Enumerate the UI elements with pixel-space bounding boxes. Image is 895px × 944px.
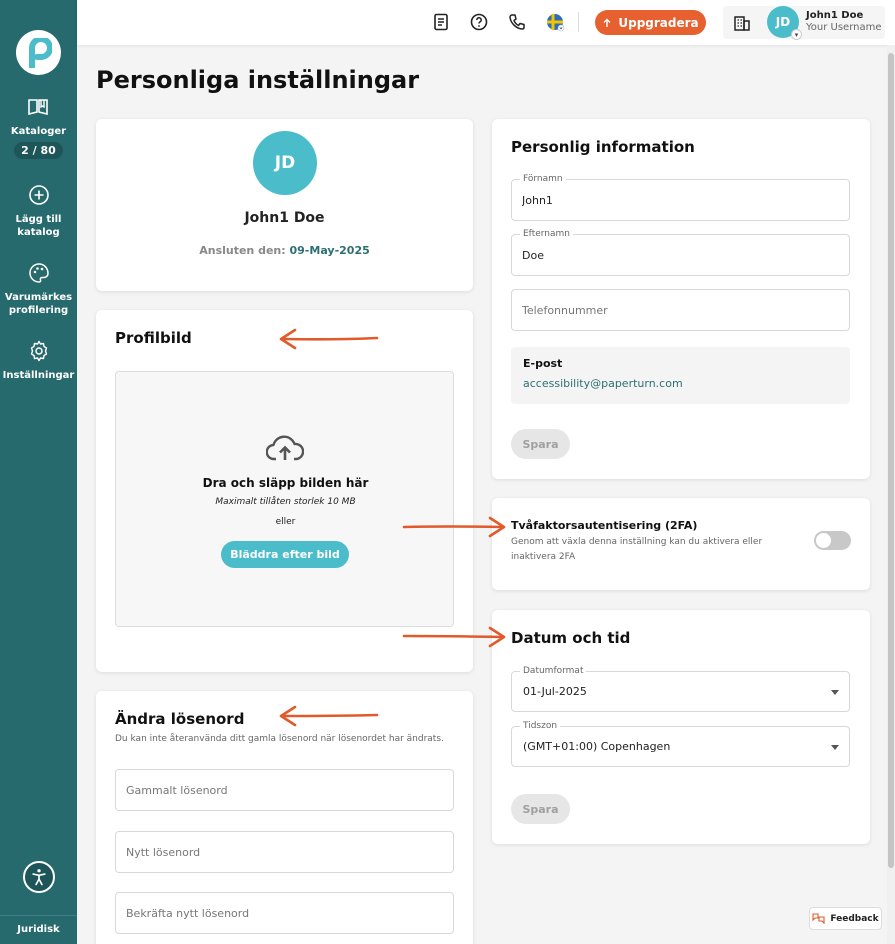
confirm-password-input[interactable] bbox=[126, 893, 443, 933]
annotation-arrow-right-icon bbox=[402, 626, 506, 648]
annotation-arrow-left-icon bbox=[279, 705, 379, 727]
new-password-field[interactable] bbox=[115, 831, 454, 873]
accessibility-button[interactable] bbox=[22, 861, 55, 893]
browse-image-button[interactable]: Bläddra efter bild bbox=[221, 541, 349, 568]
feedback-icon bbox=[812, 913, 825, 924]
help-icon[interactable] bbox=[469, 12, 489, 32]
caret-down-icon bbox=[831, 690, 839, 695]
page-title: Personliga inställningar bbox=[96, 66, 420, 94]
old-password-input[interactable] bbox=[126, 770, 443, 810]
page-scrollbar[interactable] bbox=[887, 45, 895, 944]
old-password-field[interactable] bbox=[115, 769, 454, 811]
logo-icon bbox=[28, 37, 52, 68]
last-name-field[interactable]: Efternamn bbox=[511, 229, 850, 276]
date-format-value: 01-Jul-2025 bbox=[523, 685, 587, 698]
first-name-field[interactable]: Förnamn bbox=[511, 174, 850, 221]
upgrade-button[interactable]: Uppgradera bbox=[595, 10, 706, 35]
gear-icon bbox=[30, 340, 47, 362]
caret-down-icon bbox=[831, 745, 839, 750]
legal-link[interactable]: Juridisk bbox=[0, 915, 77, 944]
timezone-label: Tidszon bbox=[520, 721, 561, 731]
sidebar-item-settings[interactable]: Inställningar bbox=[2, 339, 75, 382]
two-factor-title: Tvåfaktorsautentisering (2FA) bbox=[511, 519, 698, 532]
email-display: E-post accessibility@paperturn.com bbox=[511, 347, 850, 404]
arrow-up-icon bbox=[603, 18, 611, 27]
user-menu[interactable]: JD ▾ John1 Doe Your Username bbox=[723, 6, 885, 40]
paperturn-logo[interactable] bbox=[16, 30, 61, 75]
sidebar-footer: Juridisk bbox=[0, 861, 77, 944]
sidebar-item-label: Inställningar bbox=[2, 370, 75, 381]
first-name-input[interactable] bbox=[522, 180, 839, 220]
profile-picture-title: Profilbild bbox=[115, 329, 192, 347]
two-factor-description: Genom att växla denna inställning kan du… bbox=[511, 537, 763, 562]
personal-info-save-button[interactable]: Spara bbox=[511, 429, 570, 459]
profile-picture-card: Profilbild Dra och släpp bilden här Maxi… bbox=[96, 310, 473, 672]
date-time-save-button[interactable]: Spara bbox=[511, 794, 570, 824]
phone-input[interactable] bbox=[522, 290, 839, 330]
change-password-card: Ändra lösenord Du kan inte återanvända d… bbox=[96, 691, 473, 944]
joined-date: Ansluten den: 09-May-2025 bbox=[199, 244, 370, 257]
two-factor-toggle[interactable] bbox=[814, 531, 851, 550]
chevron-down-icon: ▾ bbox=[791, 29, 802, 40]
user-username: Your Username bbox=[806, 22, 882, 33]
accessibility-icon bbox=[31, 869, 46, 886]
annotation-arrow-right-icon bbox=[402, 516, 506, 538]
new-password-input[interactable] bbox=[126, 832, 443, 872]
sidebar: Kataloger 2 / 80 Lägg till katalog Varum… bbox=[0, 0, 77, 944]
sidebar-item-add-catalog[interactable]: Lägg till katalog bbox=[9, 183, 69, 239]
phone-field[interactable] bbox=[511, 289, 850, 331]
email-label: E-post bbox=[523, 357, 563, 370]
date-format-select[interactable]: Datumformat 01-Jul-2025 bbox=[511, 666, 850, 712]
sidebar-item-branding[interactable]: Varumärkes profilering bbox=[4, 261, 74, 317]
change-password-title: Ändra lösenord bbox=[115, 710, 245, 728]
phone-icon[interactable] bbox=[507, 12, 527, 32]
cloud-upload-icon bbox=[266, 435, 304, 461]
profile-avatar: JD bbox=[253, 131, 317, 195]
sidebar-item-label: Varumärkes profilering bbox=[4, 292, 73, 316]
annotation-arrow-left-icon bbox=[279, 328, 379, 350]
catalog-count-badge: 2 / 80 bbox=[14, 142, 63, 159]
date-time-card: Datum och tid Datumformat 01-Jul-2025 Ti… bbox=[492, 610, 870, 844]
timezone-select[interactable]: Tidszon (GMT+01:00) Copenhagen bbox=[511, 721, 850, 767]
last-name-input[interactable] bbox=[522, 235, 839, 275]
profile-name: John1 Doe bbox=[244, 210, 325, 226]
swedish-flag-icon[interactable] bbox=[545, 12, 565, 32]
upgrade-label: Uppgradera bbox=[618, 15, 699, 30]
user-name: John1 Doe bbox=[806, 10, 864, 21]
personal-info-card: Personlig information Förnamn Efternamn … bbox=[492, 119, 870, 479]
confirm-password-field[interactable] bbox=[115, 892, 454, 934]
dropzone-title: Dra och släpp bilden här bbox=[202, 476, 369, 490]
palette-icon bbox=[28, 263, 49, 283]
timezone-value: (GMT+01:00) Copenhagen bbox=[523, 740, 671, 753]
change-password-help: Du kan inte återanvända ditt gamla lösen… bbox=[115, 734, 444, 744]
two-factor-card: Tvåfaktorsautentisering (2FA) Genom att … bbox=[492, 498, 870, 590]
book-open-icon bbox=[28, 99, 49, 116]
date-format-label: Datumformat bbox=[520, 666, 587, 676]
date-time-title: Datum och tid bbox=[511, 629, 631, 647]
scrollbar-thumb[interactable] bbox=[888, 53, 894, 868]
email-value: accessibility@paperturn.com bbox=[523, 377, 683, 390]
personal-info-title: Personlig information bbox=[511, 138, 695, 156]
dropzone-max-size: Maximalt tillåten storlek 10 MB bbox=[215, 497, 356, 507]
feedback-button[interactable]: Feedback bbox=[809, 907, 882, 930]
feedback-label: Feedback bbox=[830, 913, 879, 924]
user-avatar[interactable]: JD ▾ bbox=[767, 6, 802, 40]
profile-card: JD John1 Doe Ansluten den: 09-May-2025 bbox=[96, 119, 473, 291]
image-dropzone[interactable]: Dra och släpp bilden här Maximalt tillåt… bbox=[115, 371, 454, 627]
top-header: Uppgradera JD ▾ John1 Doe Your Username bbox=[77, 0, 895, 45]
plus-circle-icon bbox=[28, 185, 49, 205]
header-divider bbox=[578, 12, 579, 32]
sidebar-item-label: Kataloger bbox=[10, 126, 67, 137]
document-icon[interactable] bbox=[431, 12, 451, 32]
building-icon[interactable] bbox=[733, 14, 751, 32]
toggle-knob bbox=[816, 533, 831, 548]
sidebar-item-catalogs[interactable]: Kataloger 2 / 80 bbox=[11, 95, 66, 159]
sidebar-item-label: Lägg till katalog bbox=[15, 214, 62, 238]
